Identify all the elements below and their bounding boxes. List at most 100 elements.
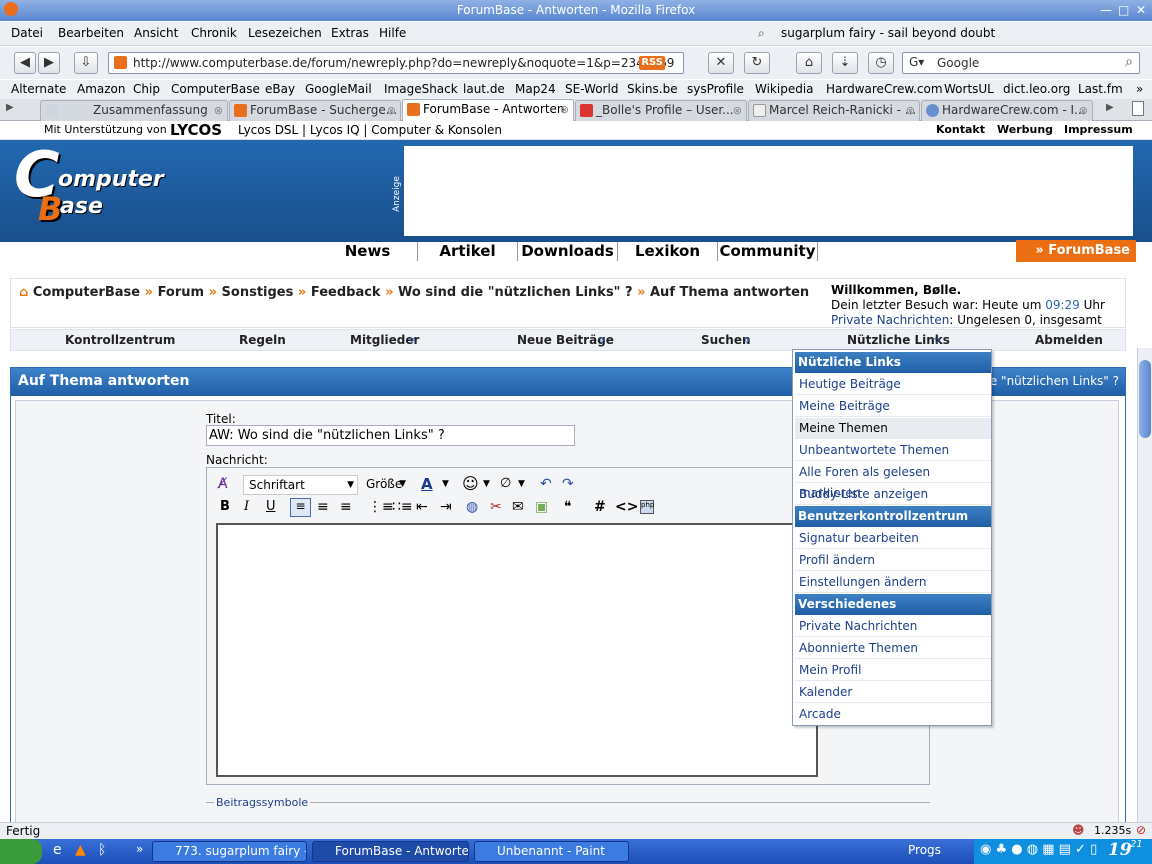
- vlc-icon[interactable]: ▲: [75, 842, 86, 858]
- crumb-forum[interactable]: Forum: [158, 285, 205, 300]
- dropdown-item[interactable]: Heutige Beiträge: [795, 374, 991, 395]
- taskbar-button-winamp[interactable]: 773. sugarplum fairy - ...: [152, 841, 307, 862]
- bookmarks-overflow-icon[interactable]: »: [1136, 82, 1143, 96]
- menu-bearbeiten[interactable]: Bearbeiten: [58, 26, 124, 40]
- crumb-sonstiges[interactable]: Sonstiges: [222, 285, 294, 300]
- dropdown-item[interactable]: Arcade: [795, 704, 991, 725]
- taskbar-button-firefox[interactable]: ForumBase - Antworte...: [312, 841, 469, 862]
- ie-icon[interactable]: e: [53, 842, 62, 858]
- addon-icon[interactable]: ☻: [1072, 823, 1085, 837]
- quote-icon[interactable]: ❝: [564, 499, 572, 515]
- chevron-down-icon[interactable]: ▿: [599, 333, 605, 347]
- undo-icon[interactable]: ↶: [540, 476, 552, 492]
- link-kontakt[interactable]: Kontakt: [936, 123, 985, 136]
- smiley-icon[interactable]: ☺: [462, 474, 479, 493]
- tab-close-icon[interactable]: ⊗: [560, 100, 569, 119]
- home-icon[interactable]: ⌂: [19, 285, 28, 300]
- stop-button[interactable]: ✕: [708, 52, 734, 74]
- dropdown-item[interactable]: Buddy-Liste anzeigen: [795, 484, 991, 505]
- align-right-icon[interactable]: ≡: [340, 499, 352, 515]
- bookmark-item[interactable]: Chip: [133, 82, 160, 96]
- bookmark-item[interactable]: laut.de: [463, 82, 505, 96]
- bluetooth-icon[interactable]: ᛒ: [98, 842, 106, 858]
- dropdown-item[interactable]: Mein Profil: [795, 660, 991, 681]
- maximize-button[interactable]: □: [1118, 3, 1129, 17]
- bookmark-item[interactable]: Skins.be: [627, 82, 678, 96]
- dropdown-item[interactable]: Meine Themen: [795, 418, 991, 439]
- taskbar-button-paint[interactable]: Unbenannt - Paint: [474, 841, 629, 862]
- remove-format-icon[interactable]: A̸: [218, 476, 228, 492]
- tab-zusammenfassung[interactable]: Zusammenfassung ⊗: [40, 100, 228, 121]
- tab-antworten[interactable]: ForumBase - Antworten ⊗: [402, 99, 574, 121]
- attachment-icon[interactable]: ∅: [500, 476, 511, 491]
- tab-suchergebnisse[interactable]: ForumBase - Sucherge... ⊗: [229, 100, 401, 121]
- dropdown-item[interactable]: Private Nachrichten: [795, 616, 991, 637]
- php-icon[interactable]: php: [640, 500, 654, 514]
- google-icon[interactable]: G▾: [909, 55, 924, 69]
- bookmark-item[interactable]: Wikipedia: [755, 82, 814, 96]
- crumb-thread[interactable]: Wo sind die "nützlichen Links" ?: [398, 285, 632, 300]
- dropdown-item[interactable]: Alle Foren als gelesen markieren: [795, 462, 991, 500]
- menu-chronik[interactable]: Chronik: [191, 26, 237, 40]
- title-input[interactable]: AW: Wo sind die "nützlichen Links" ?: [206, 425, 575, 446]
- pm-link[interactable]: Private Nachrichten: [831, 313, 949, 327]
- bookmark-item[interactable]: Alternate: [11, 82, 66, 96]
- new-tab-icon[interactable]: [1132, 101, 1144, 116]
- redo-icon[interactable]: ↷: [562, 476, 574, 492]
- blocker-icon[interactable]: ⊘: [1136, 823, 1146, 837]
- align-center-icon[interactable]: ≡: [317, 499, 329, 515]
- font-select[interactable]: Schriftart ▼: [243, 475, 358, 495]
- bookmark-item[interactable]: ComputerBase: [171, 82, 260, 96]
- menu-datei[interactable]: Datei: [11, 26, 43, 40]
- logo-base[interactable]: ase: [60, 194, 103, 219]
- bookmark-item[interactable]: HardwareCrew.com: [826, 82, 943, 96]
- bookmark-item[interactable]: SE-World: [565, 82, 618, 96]
- tab-close-icon[interactable]: ⊗: [387, 101, 396, 120]
- link-werbung[interactable]: Werbung: [997, 123, 1053, 136]
- tab-close-icon[interactable]: ⊗: [906, 101, 915, 120]
- unordered-list-icon[interactable]: ∷≡: [392, 499, 413, 515]
- tab-scroll-right-icon[interactable]: ▶: [1106, 102, 1114, 113]
- nav-news[interactable]: News: [318, 242, 418, 261]
- tab-scroll-left-icon[interactable]: ▶: [6, 102, 14, 113]
- tab-close-icon[interactable]: ⊗: [1079, 101, 1088, 120]
- italic-icon[interactable]: I: [244, 499, 249, 514]
- close-button[interactable]: ✕: [1136, 3, 1146, 17]
- bookmark-item[interactable]: WortsUL: [944, 82, 994, 96]
- nav-downloads[interactable]: Downloads: [518, 242, 618, 261]
- download-icon[interactable]: ⇩: [74, 52, 98, 74]
- logo-computer[interactable]: omputer: [58, 167, 164, 192]
- bookmark-item[interactable]: dict.leo.org: [1003, 82, 1070, 96]
- tab-hardwarecrew[interactable]: HardwareCrew.com - I... ⊗: [921, 100, 1093, 121]
- bookmark-item[interactable]: Map24: [515, 82, 556, 96]
- dropdown-item[interactable]: Kalender: [795, 682, 991, 703]
- quicklaunch-overflow-icon[interactable]: »: [136, 842, 143, 856]
- panel-thread-link[interactable]: die "nützlichen Links" ?: [979, 368, 1119, 395]
- hash-icon[interactable]: #: [594, 499, 606, 515]
- nav-kontrollzentrum[interactable]: Kontrollzentrum: [65, 333, 175, 347]
- font-color-icon[interactable]: A: [421, 475, 433, 493]
- menu-ansicht[interactable]: Ansicht: [134, 26, 178, 40]
- crumb-feedback[interactable]: Feedback: [311, 285, 381, 300]
- dropdown-item[interactable]: Einstellungen ändern: [795, 572, 991, 593]
- minimize-button[interactable]: —: [1100, 3, 1112, 17]
- search-icon[interactable]: ⌕: [1125, 54, 1133, 70]
- progs-toolbar-label[interactable]: Progs: [908, 843, 941, 857]
- align-left-icon[interactable]: ≡: [290, 498, 311, 517]
- logo-letter-b[interactable]: B: [38, 190, 62, 228]
- reload-button[interactable]: ↻: [744, 52, 770, 74]
- link-icon[interactable]: ◍: [466, 499, 478, 515]
- chevron-down-icon[interactable]: ▿: [744, 333, 750, 347]
- bold-icon[interactable]: B: [220, 499, 230, 514]
- size-select[interactable]: Größe ▼: [362, 475, 408, 495]
- nav-lexikon[interactable]: Lexikon: [618, 242, 718, 261]
- chevron-down-icon[interactable]: ▼: [483, 479, 490, 489]
- menu-hilfe[interactable]: Hilfe: [379, 26, 406, 40]
- rss-icon[interactable]: RSS: [639, 56, 665, 70]
- code-icon[interactable]: <>: [615, 499, 638, 515]
- menu-extras[interactable]: Extras: [331, 26, 369, 40]
- tab-close-icon[interactable]: ⊗: [214, 101, 223, 120]
- lycos-links[interactable]: Lycos DSL | Lycos IQ | Computer & Konsol…: [238, 123, 502, 137]
- chevron-down-icon[interactable]: ▿: [409, 333, 415, 347]
- bookmark-item[interactable]: ImageShack: [384, 82, 458, 96]
